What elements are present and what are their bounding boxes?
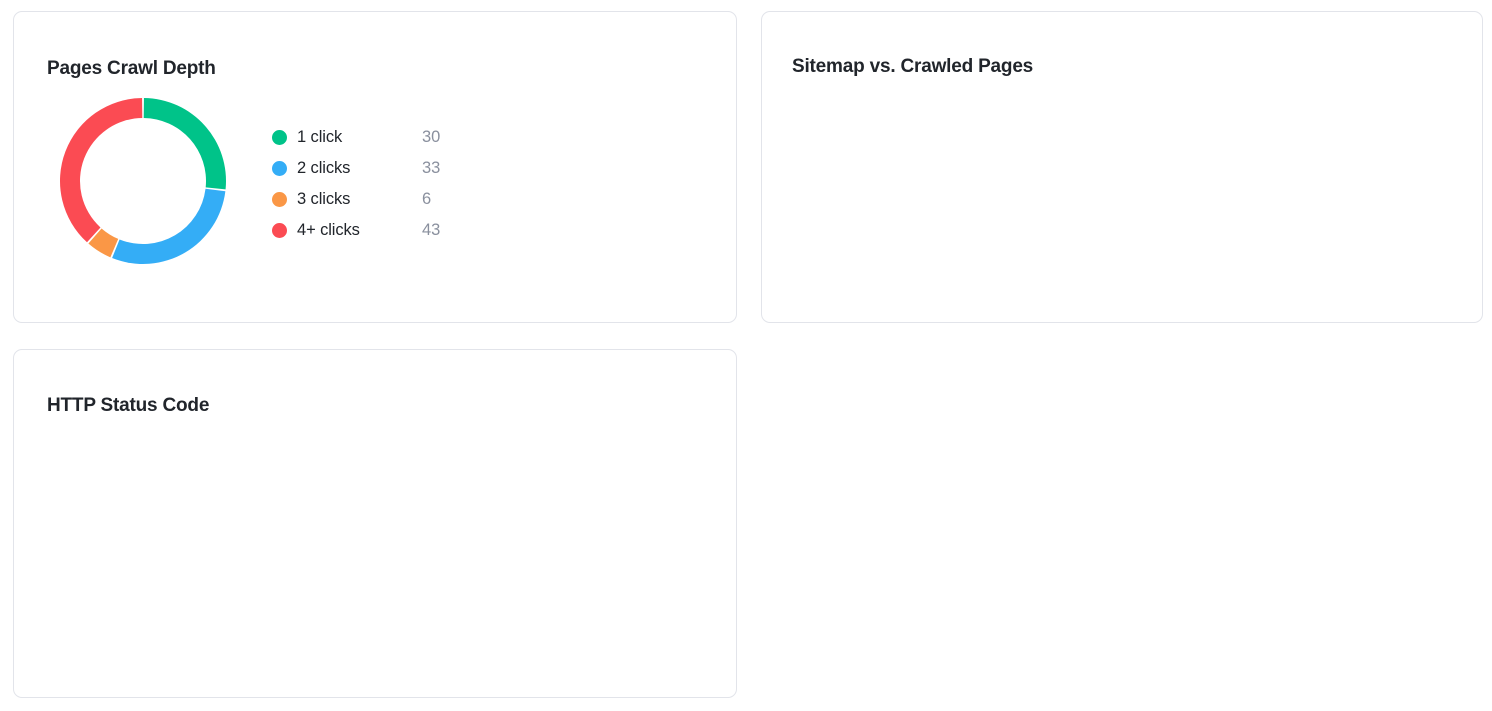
page-title-sitemap-vs-crawled-pages: Sitemap vs. Crawled Pages bbox=[792, 55, 1034, 77]
card-sitemap-vs-crawled-pages: Sitemap vs. Crawled Pages Pages in sitem… bbox=[761, 11, 1483, 323]
legend-item-label: 3 clicks bbox=[297, 190, 351, 208]
card-pages-crawl-depth: Pages Crawl Depth 1 click 30 2 clicks 33 3 c… bbox=[13, 11, 737, 323]
donut-segment[interactable] bbox=[143, 98, 226, 190]
donut-segment[interactable] bbox=[112, 188, 226, 264]
legend-item[interactable]: 3 clicks 6 bbox=[272, 184, 440, 215]
legend-item-label: 1 click bbox=[297, 128, 343, 146]
legend-item-label: 4+ clicks bbox=[297, 221, 360, 239]
dashboard-root: Pages Crawl Depth 1 click 30 2 clicks 33 3 c… bbox=[0, 0, 1492, 711]
legend-item[interactable]: 2 clicks 33 bbox=[272, 153, 440, 184]
legend-item[interactable]: 1 click 30 bbox=[272, 122, 440, 153]
legend-color-swatch-icon bbox=[272, 130, 287, 145]
legend-item-label: 2 clicks bbox=[297, 159, 351, 177]
legend-color-swatch-icon bbox=[272, 192, 287, 207]
legend-color-swatch-icon bbox=[272, 223, 287, 238]
legend-item-value: 43 bbox=[422, 221, 441, 239]
legend-item-value: 6 bbox=[422, 190, 432, 208]
page-title-http-status-code: HTTP Status Code bbox=[47, 394, 210, 416]
donut-chart-svg bbox=[60, 98, 226, 264]
donut-segment[interactable] bbox=[60, 98, 143, 243]
legend-color-swatch-icon bbox=[272, 161, 287, 176]
legend-item-value: 33 bbox=[422, 159, 441, 177]
donut-chart-pages-crawl-depth[interactable] bbox=[59, 97, 227, 265]
legend-item-value: 30 bbox=[422, 128, 441, 146]
card-http-status-code: HTTP Status Code 5xx04xx53xx12xx1061xx0N… bbox=[13, 349, 737, 698]
legend-item[interactable]: 4+ clicks 43 bbox=[272, 215, 440, 246]
legend-pages-crawl-depth: 1 click 30 2 clicks 33 3 clicks 6 4+ clicks 43 bbox=[272, 122, 440, 246]
page-title-pages-crawl-depth: Pages Crawl Depth bbox=[47, 57, 216, 79]
